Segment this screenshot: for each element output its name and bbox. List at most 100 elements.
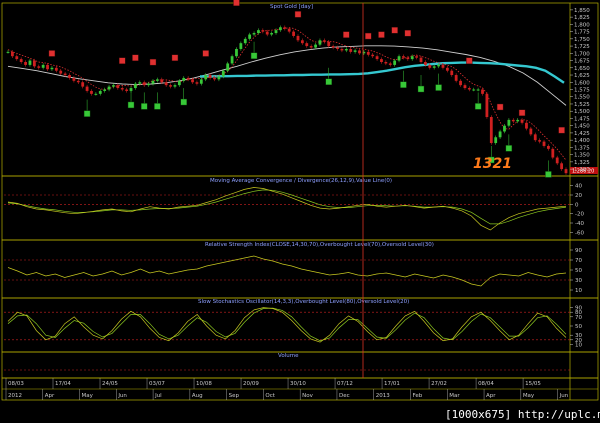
month-tick-label: Mar xyxy=(449,393,460,399)
candle-body xyxy=(366,51,370,55)
buy-signal-marker[interactable] xyxy=(180,98,187,106)
chart-canvas[interactable]: Spot Gold [day] 1321 1,286.20 Moving Ave… xyxy=(0,0,600,423)
candle-body xyxy=(160,79,164,83)
candle-body xyxy=(116,85,120,89)
sell-signal-marker[interactable] xyxy=(391,27,398,34)
stoch-tick-label: 50 xyxy=(575,324,582,330)
price-tick-label: 1,500 xyxy=(574,109,590,115)
macd-panel[interactable]: Moving Average Convergence / Divergence(… xyxy=(4,178,584,236)
candle-body xyxy=(551,148,555,158)
buy-signal-marker[interactable] xyxy=(154,103,161,110)
candle-body xyxy=(463,85,467,89)
candle-body xyxy=(138,82,142,84)
candle-body xyxy=(375,56,379,60)
date-tick-label: 15/05 xyxy=(525,381,541,387)
date-tick-label: 07/12 xyxy=(337,381,353,387)
candle-body xyxy=(459,80,462,86)
candle-body xyxy=(344,48,348,51)
month-tick-label: Nov xyxy=(302,393,313,399)
trade-signals[interactable] xyxy=(48,0,565,178)
buy-signal-marker[interactable] xyxy=(141,103,148,110)
panel-frame-1 xyxy=(1,175,599,241)
sell-signal-marker[interactable] xyxy=(343,31,350,38)
candle-body xyxy=(410,56,414,60)
candle-body xyxy=(63,73,67,76)
candle-body xyxy=(450,70,454,76)
month-tick-label: Sep xyxy=(229,393,240,399)
candle-body xyxy=(296,35,300,41)
candle-body xyxy=(564,169,568,174)
macd-panel-title: Moving Average Convergence / Divergence(… xyxy=(210,178,392,184)
buy-signal-marker[interactable] xyxy=(474,103,482,110)
sell-signal-marker[interactable] xyxy=(518,109,526,116)
month-tick-label: Jun xyxy=(117,393,127,399)
month-tick-label: Apr xyxy=(45,393,55,399)
rsi-panel[interactable]: Relative Strength Index(CLOSE,14,30,70),… xyxy=(4,242,582,294)
stoch-tick-label: 10 xyxy=(575,342,582,348)
candle-body xyxy=(191,79,194,83)
rsi-tick-label: 50 xyxy=(575,268,582,274)
volume-panel-title: Volume xyxy=(278,353,299,359)
buy-signal-marker[interactable] xyxy=(325,78,332,85)
sell-signal-marker[interactable] xyxy=(202,50,209,57)
sell-signal-marker[interactable] xyxy=(365,32,372,40)
candle-body xyxy=(186,77,190,80)
price-tick-label: 1,450 xyxy=(574,124,590,130)
price-tick-label: 1,825 xyxy=(574,15,590,21)
buy-signal-marker[interactable] xyxy=(545,171,552,178)
rsi-tick-label: 90 xyxy=(575,248,582,254)
buy-signal-marker[interactable] xyxy=(435,84,442,91)
candle-body xyxy=(226,63,230,71)
stochastics-panel[interactable]: Slow Stochastics Oscillator(14,3,3),Over… xyxy=(4,299,582,348)
candle-body xyxy=(314,44,317,48)
candle-body xyxy=(50,67,54,70)
sell-signal-marker[interactable] xyxy=(294,11,302,18)
sell-signal-marker[interactable] xyxy=(48,50,56,57)
buy-signal-marker[interactable] xyxy=(127,101,135,109)
candle-body xyxy=(520,119,524,123)
candle-body xyxy=(283,27,287,29)
candle-body xyxy=(481,89,484,94)
chart-window: Spot Gold [day] 1321 1,286.20 Moving Ave… xyxy=(0,0,600,423)
sell-signal-marker[interactable] xyxy=(466,57,473,64)
candle-body xyxy=(538,140,542,142)
candle-body xyxy=(432,66,436,68)
candle-body xyxy=(384,62,388,64)
candle-body xyxy=(415,56,419,58)
sell-signal-marker[interactable] xyxy=(132,54,139,61)
sell-signal-marker[interactable] xyxy=(233,0,240,6)
candle-body xyxy=(103,89,107,91)
candle-body xyxy=(472,89,476,91)
candle-body xyxy=(257,30,260,34)
price-panel[interactable]: Spot Gold [day] 1321 1,286.20 xyxy=(6,0,598,178)
volume-panel[interactable]: Volume xyxy=(4,353,570,371)
month-tick-label: Jun xyxy=(559,393,569,399)
candle-body xyxy=(485,93,489,117)
candle-body xyxy=(208,75,212,78)
panel-borders xyxy=(1,2,599,401)
candle-body xyxy=(98,90,102,94)
buy-signal-marker[interactable] xyxy=(83,110,91,117)
sell-signal-marker[interactable] xyxy=(496,103,504,111)
candle-body xyxy=(525,122,528,129)
buy-signal-marker[interactable] xyxy=(505,145,513,152)
sell-signal-marker[interactable] xyxy=(119,57,126,64)
sell-signal-marker[interactable] xyxy=(149,58,157,66)
sell-signal-marker[interactable] xyxy=(378,31,385,38)
candle-body xyxy=(533,134,537,141)
buy-signal-marker[interactable] xyxy=(250,52,258,59)
sell-signal-marker[interactable] xyxy=(404,29,412,37)
buy-signal-marker[interactable] xyxy=(400,81,407,88)
sell-signal-marker[interactable] xyxy=(171,54,179,61)
price-annotation-1321: 1321 xyxy=(473,156,512,172)
candle-body xyxy=(125,89,129,91)
candle-body xyxy=(6,51,10,53)
buy-signal-marker[interactable] xyxy=(417,85,425,93)
stoch-main-line xyxy=(7,307,567,343)
candle-body xyxy=(90,90,93,94)
month-tick-label: 2012 xyxy=(8,393,22,399)
candle-body xyxy=(445,67,449,71)
candle-body xyxy=(498,131,502,138)
date-tick-label: 20/09 xyxy=(243,381,259,387)
sell-signal-marker[interactable] xyxy=(558,126,565,134)
